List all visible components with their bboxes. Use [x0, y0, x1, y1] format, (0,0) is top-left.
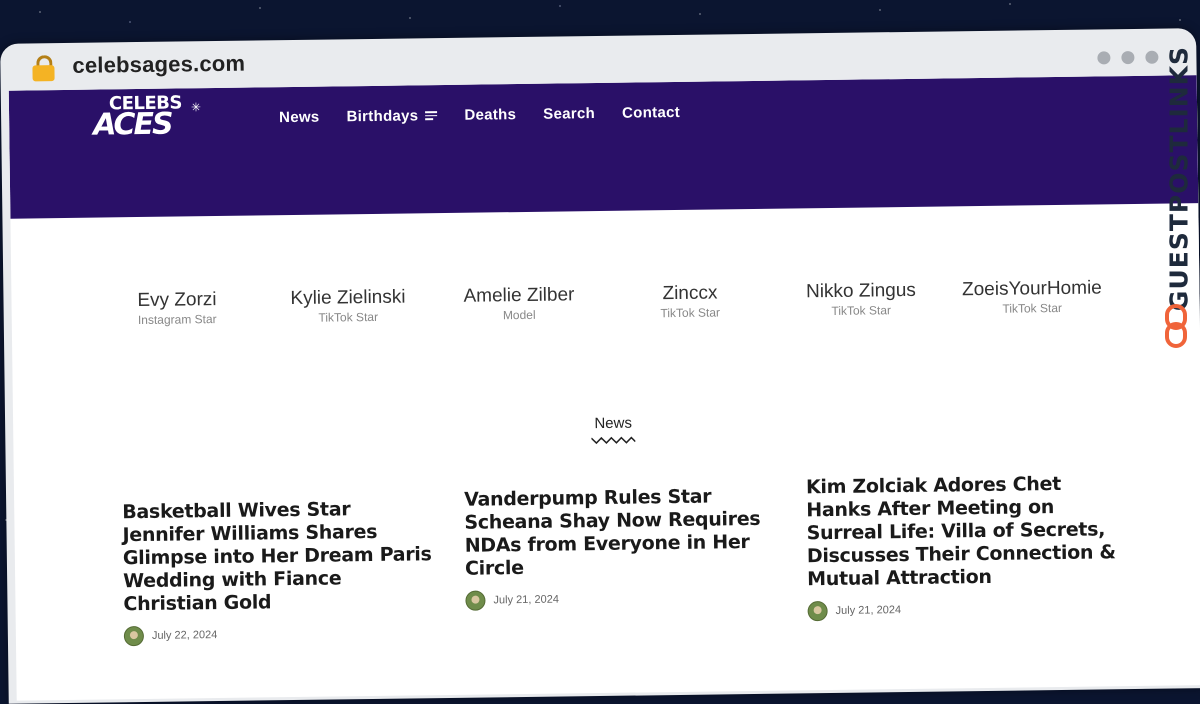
- nav-news-label: News: [279, 108, 320, 127]
- site-logo[interactable]: CELEBS ACES ✳: [93, 92, 204, 145]
- window-dot[interactable]: [1121, 50, 1135, 65]
- nav-contact-label: Contact: [621, 103, 681, 122]
- guestpostlinks-watermark: GUESTPOSTLINKS: [1162, 46, 1194, 358]
- celebrity-role: Model: [502, 307, 536, 323]
- celebrity-role: TikTok Star: [318, 309, 379, 325]
- nav-search[interactable]: Search: [543, 105, 595, 123]
- article-meta: July 22, 2024: [123, 622, 440, 647]
- address-bar-url[interactable]: celebsages.com: [72, 51, 245, 79]
- nav-news[interactable]: News: [279, 109, 320, 127]
- celebrity-card[interactable]: Amelie Zilber Model: [433, 283, 604, 323]
- article-date: July 21, 2024: [493, 593, 559, 607]
- nav-search-label: Search: [543, 105, 596, 123]
- nav-birthdays-label: Birthdays: [346, 107, 419, 126]
- browser-window: celebsages.com CELEBS ACES ✳ News Birthd…: [0, 0, 1200, 704]
- site-header: CELEBS ACES ✳ News Birthdays Deaths Sear…: [8, 75, 1199, 219]
- celebrity-card[interactable]: Evy Zorzi Instagram Star: [91, 287, 262, 327]
- celebrity-role: Instagram Star: [137, 312, 217, 328]
- celebrity-name[interactable]: Amelie Zilber: [433, 283, 604, 308]
- nav-birthdays[interactable]: Birthdays: [346, 107, 438, 126]
- chain-link-icon: [1165, 304, 1187, 348]
- news-article[interactable]: Kim Zolciak Adores Chet Hanks After Meet…: [806, 472, 1124, 637]
- article-meta: July 21, 2024: [807, 597, 1124, 622]
- celebrity-name[interactable]: Nikko Zingus: [775, 278, 946, 303]
- main-nav: News Birthdays Deaths Search Contact: [279, 104, 680, 126]
- celebrity-role: TikTok Star: [660, 305, 721, 321]
- article-date: July 22, 2024: [151, 629, 218, 642]
- squiggle-divider-icon: [591, 436, 636, 445]
- article-title[interactable]: Basketball Wives Star Jennifer Williams …: [122, 497, 439, 616]
- article-title[interactable]: Vanderpump Rules Star Scheana Shay Now R…: [464, 485, 781, 581]
- celebrity-name[interactable]: Kylie Zielinski: [262, 285, 433, 310]
- nav-deaths[interactable]: Deaths: [464, 106, 516, 124]
- news-article[interactable]: Basketball Wives Star Jennifer Williams …: [122, 497, 440, 647]
- lock-icon: [32, 55, 55, 82]
- celebrity-role: TikTok Star: [1002, 300, 1063, 316]
- news-section-heading: News: [594, 414, 633, 433]
- author-avatar[interactable]: [123, 625, 145, 647]
- author-avatar[interactable]: [465, 590, 486, 611]
- logo-line-2: ACES: [92, 106, 172, 143]
- nav-deaths-label: Deaths: [464, 106, 517, 124]
- celebrity-card[interactable]: Zinccx TikTok Star: [604, 281, 775, 321]
- window-dot[interactable]: [1097, 51, 1111, 65]
- article-meta: July 21, 2024: [465, 587, 781, 611]
- celebrity-card[interactable]: Kylie Zielinski TikTok Star: [262, 285, 433, 325]
- celebrity-name[interactable]: Zinccx: [604, 281, 775, 306]
- window-controls: [1097, 50, 1159, 65]
- celebrity-list: Evy Zorzi Instagram Star Kylie Zielinski…: [91, 276, 1121, 327]
- article-title[interactable]: Kim Zolciak Adores Chet Hanks After Meet…: [806, 472, 1123, 591]
- news-article[interactable]: Vanderpump Rules Star Scheana Shay Now R…: [464, 485, 782, 642]
- celebrity-name[interactable]: ZoeisYourHomie: [962, 276, 1102, 301]
- window-dot[interactable]: [1145, 50, 1159, 64]
- celebrity-card[interactable]: ZoeisYourHomie TikTok Star: [946, 276, 1117, 316]
- article-date: July 21, 2024: [835, 604, 902, 617]
- celebrity-name[interactable]: Evy Zorzi: [91, 287, 262, 312]
- page-viewport: CELEBS ACES ✳ News Birthdays Deaths Sear…: [8, 75, 1200, 701]
- nav-contact[interactable]: Contact: [622, 104, 680, 122]
- celebrity-role: TikTok Star: [831, 303, 892, 318]
- logo-spark-icon: ✳: [190, 100, 202, 115]
- news-articles: Basketball Wives Star Jennifer Williams …: [122, 472, 1124, 647]
- author-avatar[interactable]: [807, 601, 828, 622]
- watermark-text: GUESTPOSTLINKS: [1164, 45, 1194, 312]
- celebrity-card[interactable]: Nikko Zingus TikTok Star: [775, 278, 946, 318]
- menu-lines-icon: [425, 109, 438, 122]
